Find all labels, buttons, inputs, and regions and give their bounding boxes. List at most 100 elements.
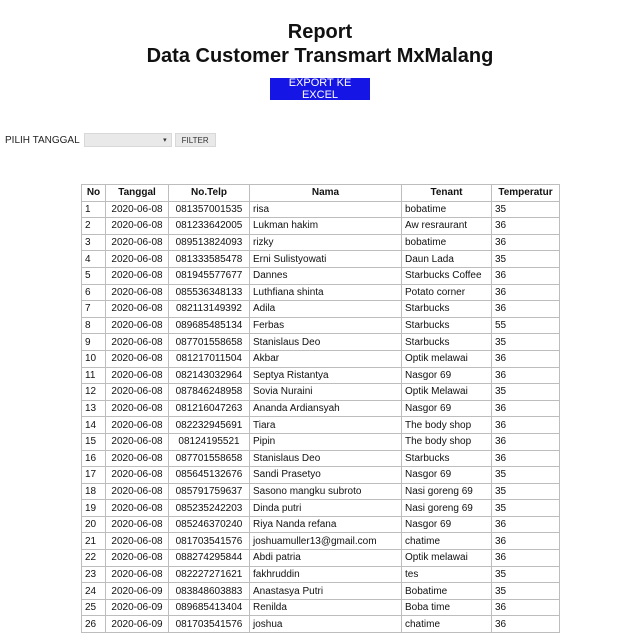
cell-temperatur: 36 [491,549,560,567]
table-row: 6 2020-06-08 085536348133 Luthfiana shinta P… [81,283,560,302]
report-header: Report Data Customer Transmart MxMalang [0,20,640,68]
cell-tanggal: 2020-06-08 [105,399,169,418]
cell-tenant: Starbucks [401,316,492,335]
cell-temperatur: 36 [491,233,560,252]
table-row: 10 2020-06-08 081217011504 Akbar Optik melaw… [81,349,560,368]
cell-temperatur: 35 [491,565,560,584]
cell-tanggal: 2020-06-08 [105,383,169,401]
cell-no: 1 [81,200,106,219]
cell-no-telp: 088274295844 [168,549,250,567]
cell-no-telp: 081945577677 [168,266,250,285]
table-row: 4 2020-06-08 081333585478 Erni Sulistyowati… [81,250,560,268]
cell-no-telp: 085645132676 [168,466,250,484]
page-subtitle: Data Customer Transmart MxMalang [146,45,494,67]
table-body: 1 2020-06-08 081357001535 risa bobatime 35 2 20… [81,200,560,634]
table-row: 13 2020-06-08 081216047263 Ananda Ardiansya… [81,399,560,418]
export-excel-button[interactable]: EXPORT KE EXCEL [270,77,370,101]
cell-no-telp: 085791759637 [168,482,250,501]
cell-temperatur: 36 [491,399,560,418]
cell-no-telp: 089685485134 [168,316,250,335]
cell-temperatur: 36 [491,449,560,468]
cell-tenant: bobatime [401,200,492,219]
cell-no: 11 [81,366,106,385]
cell-nama: Lukman hakim [249,217,402,235]
table-row: 22 2020-06-08 088274295844 Abdi patria Optik… [81,549,560,567]
cell-tenant: Starbucks Coffee [401,266,492,285]
cell-tanggal: 2020-06-08 [105,349,169,368]
cell-no: 14 [81,416,106,434]
cell-no-telp: 087701558658 [168,333,250,351]
cell-no: 7 [81,300,106,318]
cell-tenant: The body shop [401,432,492,451]
cell-tenant: Nasi goreng 69 [401,499,492,517]
cell-no-telp: 082143032964 [168,366,250,385]
cell-nama: Septya Ristantya [249,366,402,385]
cell-temperatur: 36 [491,366,560,385]
table-row: 25 2020-06-09 089685413404 Renilda Boba time… [81,598,560,617]
cell-temperatur: 36 [491,432,560,451]
cell-no: 4 [81,250,106,268]
cell-no-telp: 081233642005 [168,217,250,235]
cell-nama: Luthfiana shinta [249,283,402,302]
cell-no-telp: 082232945691 [168,416,250,434]
cell-tenant: chatime [401,615,492,634]
table-row: 8 2020-06-08 089685485134 Ferbas Starbucks 55 [81,316,560,335]
cell-no: 13 [81,399,106,418]
table-row: 24 2020-06-09 083848603883 Anastasya Putri B… [81,582,560,600]
cell-tanggal: 2020-06-08 [105,333,169,351]
header-no-telp: No.Telp [168,184,250,202]
cell-no: 21 [81,532,106,551]
table-row: 20 2020-06-08 085246370240 Riya Nanda refan… [81,515,560,534]
cell-tanggal: 2020-06-09 [105,615,169,634]
cell-nama: joshuamuller13@gmail.com [249,532,402,551]
cell-no-telp: 081703541576 [168,532,250,551]
table-row: 26 2020-06-09 081703541576 joshua chatime 36 [81,615,560,634]
cell-tenant: tes [401,565,492,584]
filter-bar: PILIH TANGGAL ▾ FILTER [5,133,216,147]
cell-nama: Abdi patria [249,549,402,567]
cell-nama: Ferbas [249,316,402,335]
filter-button[interactable]: FILTER [174,133,216,147]
cell-nama: Akbar [249,349,402,368]
cell-nama: risa [249,200,402,219]
cell-tanggal: 2020-06-08 [105,515,169,534]
table-header-row: No Tanggal No.Telp Nama Tenant Temperatu… [81,184,560,202]
cell-tenant: Nasgor 69 [401,366,492,385]
header-tanggal: Tanggal [105,184,169,202]
cell-no: 12 [81,383,106,401]
cell-temperatur: 35 [491,250,560,268]
table-row: 9 2020-06-08 087701558658 Stanislaus Deo Sta… [81,333,560,351]
cell-no-telp: 082113149392 [168,300,250,318]
cell-no-telp: 082227271621 [168,565,250,584]
header-temperatur: Temperatur [491,184,560,202]
cell-nama: Riya Nanda refana [249,515,402,534]
cell-tanggal: 2020-06-08 [105,217,169,235]
cell-no: 24 [81,582,106,600]
cell-no-telp: 081357001535 [168,200,250,219]
cell-no: 23 [81,565,106,584]
cell-tenant: Starbucks [401,333,492,351]
cell-tenant: The body shop [401,416,492,434]
cell-nama: Tiara [249,416,402,434]
cell-tenant: Daun Lada [401,250,492,268]
cell-tanggal: 2020-06-08 [105,266,169,285]
cell-tanggal: 2020-06-08 [105,366,169,385]
header-no: No [81,184,106,202]
cell-no-telp: 081216047263 [168,399,250,418]
table-row: 14 2020-06-08 082232945691 Tiara The body sh… [81,416,560,434]
cell-tenant: Bobatime [401,582,492,600]
chevron-down-icon: ▾ [163,137,167,144]
cell-nama: joshua [249,615,402,634]
cell-nama: Renilda [249,598,402,617]
cell-tanggal: 2020-06-08 [105,466,169,484]
cell-tenant: Nasgor 69 [401,515,492,534]
cell-temperatur: 36 [491,416,560,434]
cell-temperatur: 36 [491,266,560,285]
cell-nama: rizky [249,233,402,252]
cell-temperatur: 36 [491,349,560,368]
cell-temperatur: 36 [491,300,560,318]
cell-tanggal: 2020-06-08 [105,549,169,567]
cell-nama: Sovia Nuraini [249,383,402,401]
cell-nama: Dannes [249,266,402,285]
date-select[interactable]: ▾ [83,133,172,147]
